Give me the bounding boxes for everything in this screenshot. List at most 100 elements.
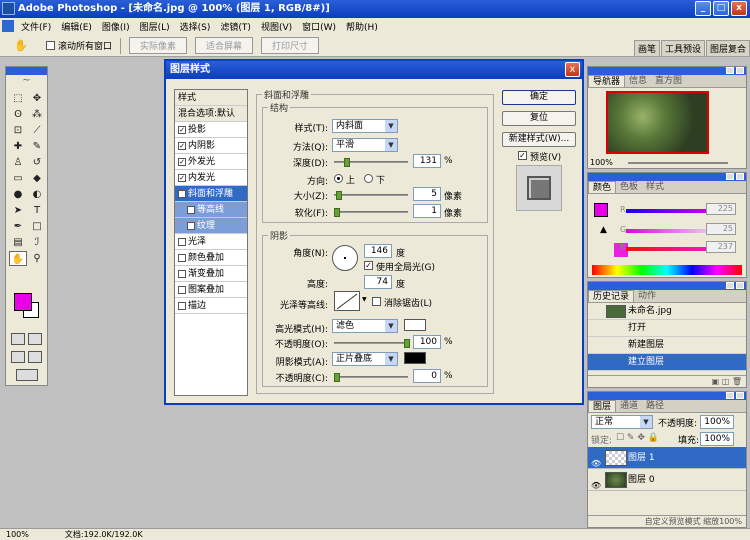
fullscreen-mode-icon[interactable] — [28, 351, 42, 363]
checkbox-outer-glow[interactable]: ✓ — [178, 157, 186, 166]
panel-minimize-icon[interactable] — [726, 173, 734, 180]
layer-fill-input[interactable]: 100% — [700, 432, 734, 446]
menu-view[interactable]: 视图(V) — [256, 20, 297, 33]
technique-select[interactable]: 平滑 ▼ — [332, 138, 398, 152]
crop-tool-icon[interactable]: ⊡ — [9, 123, 27, 138]
size-slider-thumb[interactable] — [336, 191, 342, 200]
scroll-all-checkbox[interactable] — [46, 41, 55, 50]
global-light-checkbox[interactable]: ✓ — [364, 261, 373, 270]
panel-close-icon[interactable] — [736, 67, 744, 74]
slice-tool-icon[interactable]: ⟋ — [28, 123, 46, 138]
marquee-tool-icon[interactable]: ⬚ — [9, 91, 27, 106]
style-pattern-overlay[interactable]: 图案叠加 — [175, 282, 247, 298]
color-fg-swatch[interactable] — [594, 203, 608, 217]
panel-titlebar[interactable] — [588, 67, 746, 75]
highlight-opacity-input[interactable]: 100 — [413, 335, 441, 349]
style-inner-shadow[interactable]: ✓ 内阴影 — [175, 138, 247, 154]
panel-titlebar[interactable] — [588, 173, 746, 181]
path-select-icon[interactable]: ➤ — [9, 203, 27, 218]
menu-file[interactable]: 文件(F) — [16, 20, 56, 33]
highlight-opacity-thumb[interactable] — [404, 339, 410, 348]
feather-icon[interactable]: ~ — [6, 75, 47, 89]
screen-mode-icon[interactable] — [11, 351, 25, 363]
depth-input[interactable]: 131 — [413, 154, 441, 168]
checkbox-stroke[interactable] — [178, 301, 186, 310]
layer-row[interactable]: 👁 图层 0 — [588, 469, 746, 491]
checkbox-bevel-emboss[interactable]: ✓ — [178, 189, 186, 198]
menu-select[interactable]: 选择(S) — [175, 20, 216, 33]
style-contour[interactable]: 等高线 — [175, 202, 247, 218]
print-size-button[interactable]: 打印尺寸 — [261, 37, 320, 54]
shadow-opacity-slider[interactable] — [334, 373, 408, 382]
close-button[interactable]: x — [731, 1, 747, 16]
notes-tool-icon[interactable]: ▤ — [9, 235, 27, 250]
style-bevel-emboss[interactable]: ✓ 斜面和浮雕 — [175, 186, 247, 202]
menu-window[interactable]: 窗口(W) — [297, 20, 341, 33]
shape-tool-icon[interactable]: □ — [28, 219, 46, 234]
blending-options[interactable]: 混合选项:默认 — [175, 106, 247, 122]
shadow-opacity-input[interactable]: 0 — [413, 369, 441, 383]
tab-styles[interactable]: 样式 — [642, 181, 668, 193]
menu-filter[interactable]: 滤镜(T) — [215, 20, 256, 33]
clone-stamp-icon[interactable]: ♙ — [9, 155, 27, 170]
style-color-overlay[interactable]: 颜色叠加 — [175, 250, 247, 266]
foreground-color-swatch[interactable] — [14, 293, 32, 311]
layer-row[interactable]: 👁 图层 1 — [588, 447, 746, 469]
anti-aliased-checkbox[interactable] — [372, 297, 381, 306]
panel-titlebar[interactable] — [588, 392, 746, 400]
tab-info[interactable]: 信息 — [625, 75, 651, 87]
menu-image[interactable]: 图像(I) — [97, 20, 135, 33]
minimize-button[interactable]: _ — [695, 1, 711, 16]
checkbox-texture[interactable] — [187, 221, 195, 230]
style-satin[interactable]: 光泽 — [175, 234, 247, 250]
highlight-mode-select[interactable]: 滤色 ▼ — [332, 319, 398, 333]
style-stroke[interactable]: 描边 — [175, 298, 247, 314]
angle-input[interactable]: 146 — [364, 244, 392, 258]
history-brush-icon[interactable]: ↺ — [28, 155, 46, 170]
depth-slider[interactable] — [334, 158, 408, 167]
color-spectrum[interactable] — [592, 265, 742, 275]
contour-dropdown-icon[interactable]: ▼ — [362, 296, 368, 304]
panel-minimize-icon[interactable] — [726, 392, 734, 399]
panel-minimize-icon[interactable] — [726, 67, 734, 74]
green-input[interactable]: 25 — [706, 223, 736, 235]
tab-paths[interactable]: 路径 — [642, 400, 668, 412]
tab-swatches[interactable]: 色板 — [616, 181, 642, 193]
size-slider[interactable] — [334, 191, 408, 200]
quick-mask-icon[interactable] — [28, 333, 42, 345]
menu-help[interactable]: 帮助(H) — [341, 20, 383, 33]
tab-layers[interactable]: 图层 — [588, 400, 617, 412]
history-item-current[interactable]: 建立图层 — [588, 354, 746, 371]
checkbox-satin[interactable] — [178, 237, 186, 246]
actual-pixels-button[interactable]: 实际像素 — [129, 37, 188, 54]
tab-histogram[interactable]: 直方图 — [651, 75, 686, 87]
highlight-opacity-slider[interactable] — [334, 339, 410, 348]
history-footer-icons[interactable]: ▣ ◫ 🗑 — [588, 375, 746, 387]
checkbox-pattern-overlay[interactable] — [178, 285, 186, 294]
navigator-zoom[interactable]: 100% — [590, 158, 613, 167]
panel-close-icon[interactable] — [736, 282, 744, 289]
status-zoom[interactable]: 100% — [0, 529, 35, 540]
lock-icons[interactable]: ☐ ✎ ✥ 🔒 — [616, 433, 659, 443]
dodge-tool-icon[interactable]: ◐ — [28, 187, 46, 202]
hand-tool-icon[interactable]: ✋ — [14, 39, 30, 53]
checkbox-contour[interactable] — [187, 205, 195, 214]
angle-dial[interactable] — [332, 245, 358, 271]
highlight-color-swatch[interactable] — [404, 319, 426, 331]
checkbox-color-overlay[interactable] — [178, 253, 186, 262]
style-inner-glow[interactable]: ✓ 内发光 — [175, 170, 247, 186]
soften-slider[interactable] — [334, 208, 408, 217]
tab-channels[interactable]: 通道 — [616, 400, 642, 412]
tab-color[interactable]: 颜色 — [588, 181, 617, 193]
altitude-input[interactable]: 74 — [364, 275, 392, 289]
tab-actions[interactable]: 动作 — [634, 290, 660, 302]
shadow-opacity-thumb[interactable] — [334, 373, 340, 382]
direction-up-radio[interactable] — [334, 174, 343, 183]
move-tool-icon[interactable]: ✥ — [28, 91, 46, 106]
type-tool-icon[interactable]: T — [28, 203, 46, 218]
history-item[interactable]: 新建图层 — [588, 337, 746, 354]
fit-screen-button[interactable]: 适合屏幕 — [195, 37, 254, 54]
paint-bucket-icon[interactable]: ◆ — [28, 171, 46, 186]
well-tab-brushes[interactable]: 画笔 — [633, 40, 660, 56]
warning-icon[interactable]: ▲ — [600, 225, 607, 235]
